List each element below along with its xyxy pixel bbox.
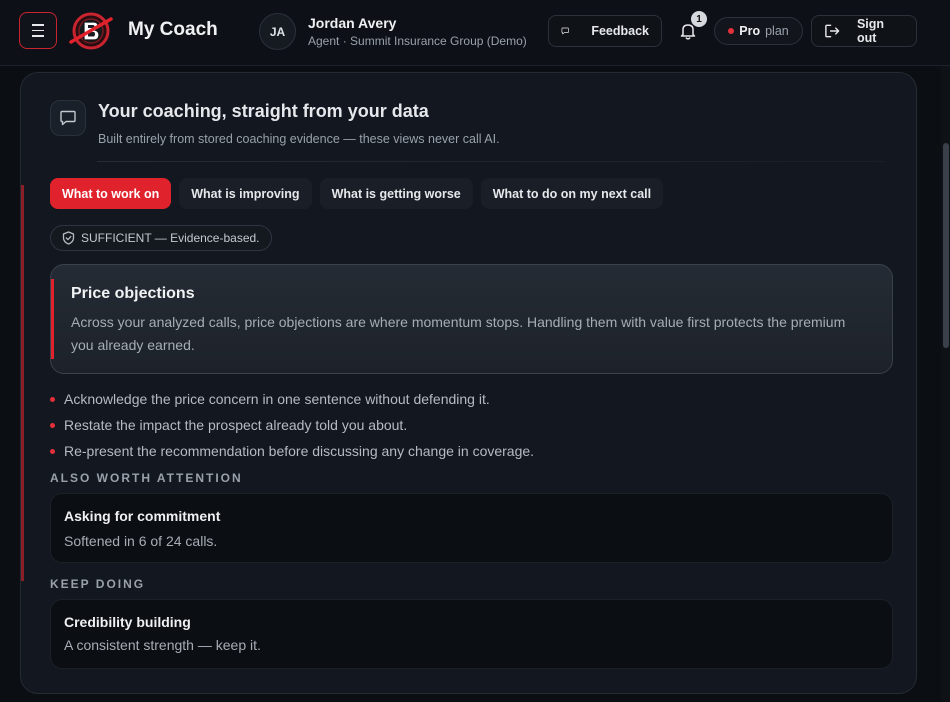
sign-out-label: Sign out <box>856 17 885 45</box>
list-item: Restate the impact the prospect already … <box>50 412 534 438</box>
step-text: Acknowledge the price concern in one sen… <box>64 391 490 407</box>
menu-button[interactable] <box>19 12 57 49</box>
page-subtitle: Built entirely from stored coaching evid… <box>98 132 500 146</box>
focus-title: Price objections <box>71 285 195 302</box>
status-text: SUFFICIENT — Evidence-based. <box>81 231 260 245</box>
chat-bubble-icon <box>561 27 569 35</box>
bullet-icon <box>50 422 55 428</box>
focus-card: Price objections Across your analyzed ca… <box>50 264 893 374</box>
step-text: Re-present the recommendation before dis… <box>64 443 535 459</box>
coaching-card: Your coaching, straight from your data B… <box>20 72 917 694</box>
attention-card: Asking for commitment Softened in 6 of 2… <box>50 493 893 563</box>
status-badge: SUFFICIENT — Evidence-based. <box>50 225 272 251</box>
step-text: Restate the impact the prospect already … <box>64 417 408 433</box>
attention-detail: Softened in 6 of 24 calls. <box>64 533 218 549</box>
app-title: My Coach <box>128 19 218 40</box>
user-role: Agent · Summit Insurance Group (Demo) <box>308 34 527 48</box>
keep-doing-detail: A consistent strength — keep it. <box>64 637 261 653</box>
sign-out-icon <box>825 24 840 38</box>
attention-title: Asking for commitment <box>64 508 221 524</box>
page-title: Your coaching, straight from your data <box>98 101 429 121</box>
feedback-label: Feedback <box>591 24 649 38</box>
focus-accent-bar <box>51 279 54 359</box>
section-heading-keep-doing: KEEP DOING <box>50 577 146 591</box>
divider <box>97 161 885 162</box>
notification-badge: 1 <box>691 11 707 27</box>
tab-what-is-improving[interactable]: What is improving <box>179 178 312 209</box>
page-scrollbar-thumb[interactable] <box>943 143 949 348</box>
tab-what-to-work-on[interactable]: What to work on <box>50 178 172 209</box>
list-item: Acknowledge the price concern in one sen… <box>50 386 534 412</box>
feedback-button[interactable]: Feedback <box>548 15 662 47</box>
coaching-tabs: What to work on What is improving What i… <box>50 178 664 209</box>
keep-doing-title: Credibility building <box>64 614 191 630</box>
chat-bubble-icon <box>50 100 86 136</box>
shield-check-icon <box>62 231 75 245</box>
bullet-icon <box>50 448 55 454</box>
top-bar: My Coach JA Jordan Avery Agent · Summit … <box>0 0 950 66</box>
focus-description: Across your analyzed calls, price object… <box>71 314 846 353</box>
user-name: Jordan Avery <box>308 15 397 31</box>
keep-doing-card: Credibility building A consistent streng… <box>50 599 893 669</box>
plan-badge[interactable]: Pro plan <box>714 17 803 45</box>
plan-tier: Pro <box>739 24 761 38</box>
sign-out-button[interactable]: Sign out <box>811 15 917 47</box>
plan-word: plan <box>765 24 789 38</box>
section-heading-attention: ALSO WORTH ATTENTION <box>50 471 243 485</box>
list-item: Re-present the recommendation before dis… <box>50 438 534 464</box>
section-accent-rail <box>21 185 24 581</box>
avatar[interactable]: JA <box>259 13 296 50</box>
action-steps: Acknowledge the price concern in one sen… <box>50 386 534 464</box>
brand-logo <box>69 12 113 50</box>
status-dot <box>728 28 735 34</box>
hamburger-icon <box>32 22 44 39</box>
tab-next-call[interactable]: What to do on my next call <box>480 178 664 209</box>
bullet-icon <box>50 396 55 402</box>
tab-what-is-getting-worse[interactable]: What is getting worse <box>319 178 473 209</box>
